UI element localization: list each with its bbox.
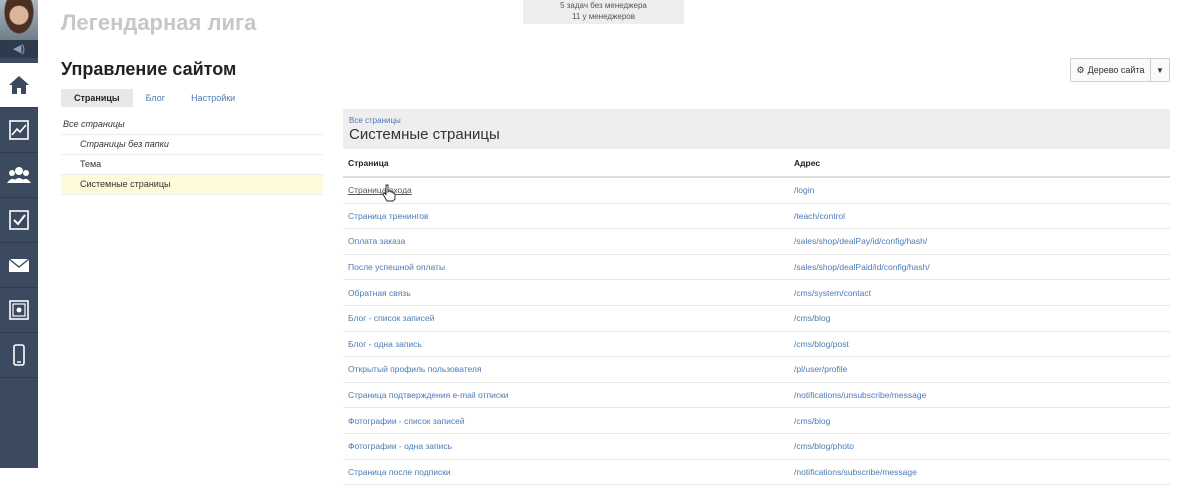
tab-pages[interactable]: Страницы [61,89,133,107]
tree-item-theme[interactable]: Тема [61,155,323,175]
address-link[interactable]: /sales/shop/dealPaid/id/config/hash/ [789,254,1170,281]
page-link[interactable]: Страница подтверждения e-mail отписки [343,382,789,409]
tasks-nav-button[interactable] [0,198,38,243]
site-tree-button-group: ⚙ Дерево сайта ▼ [1070,58,1170,82]
column-header-address: Адрес [789,149,1170,178]
table-header-row: Страница Адрес [343,149,1170,178]
address-link[interactable]: /notifications/unsubscribe/message [789,382,1170,409]
mobile-nav-button[interactable] [0,333,38,378]
tree-item-no-folder[interactable]: Страницы без папки [61,135,323,155]
chart-icon [9,120,29,140]
page-link[interactable]: Фотографии - одна запись [343,433,789,460]
tasks-without-manager: 5 задач без менеджера [560,1,647,10]
site-tree-button[interactable]: ⚙ Дерево сайта [1071,59,1151,81]
home-icon [9,76,29,94]
pages-table: Страница Адрес Страница входа/login Стра… [343,149,1170,485]
address-link[interactable]: /teach/control [789,203,1170,230]
tree-item-system-pages[interactable]: Системные страницы [61,175,323,195]
page-link[interactable]: Открытый профиль пользователя [343,356,789,383]
table-row: Открытый профиль пользователя/pl/user/pr… [343,356,1170,383]
address-link[interactable]: /cms/blog [789,407,1170,434]
chevron-down-icon[interactable]: ▼ [1151,59,1169,81]
school-name: Легендарная лига [61,10,257,35]
left-sidebar: ◀) [0,0,38,468]
mail-icon [8,258,30,272]
hand-cursor-icon [382,184,396,202]
page-link[interactable]: Страница тренингов [343,203,789,230]
home-nav-button[interactable] [0,63,38,108]
page-link[interactable]: Оплата заказа [343,228,789,255]
users-icon [7,167,31,183]
table-row: Страница после подписки/notifications/su… [343,459,1170,485]
tree-item-all-pages[interactable]: Все страницы [61,115,323,135]
table-row: Блог - одна запись/cms/blog/post [343,331,1170,358]
avatar[interactable] [0,0,38,40]
folder-tree: Все страницы Страницы без папки Тема Сис… [61,115,323,195]
table-row: Блог - список записей/cms/blog [343,305,1170,332]
page-link[interactable]: Блог - одна запись [343,331,789,358]
site-tree-label: Дерево сайта [1087,65,1145,75]
page-link[interactable]: Страница входа [343,177,789,204]
address-link[interactable]: /notifications/subscribe/message [789,459,1170,485]
pages-panel: Все страницы Системные страницы Страница… [343,109,1170,485]
address-link[interactable]: /cms/blog/post [789,331,1170,358]
page-link[interactable]: Фотографии - список записей [343,407,789,434]
page-link[interactable]: Обратная связь [343,279,789,306]
checkbox-icon [9,210,29,230]
panel-header: Все страницы Системные страницы [343,109,1170,149]
speaker-icon[interactable]: ◀) [0,40,38,58]
tab-settings[interactable]: Настройки [178,89,248,107]
tab-blog[interactable]: Блог [133,89,178,107]
mail-nav-button[interactable] [0,243,38,288]
address-link[interactable]: /cms/blog/photo [789,433,1170,460]
table-row: Страница входа/login [343,177,1170,204]
gear-icon: ⚙ [1076,64,1085,75]
address-link[interactable]: /cms/system/contact [789,279,1170,306]
page-link[interactable]: Страница после подписки [343,459,789,485]
page-link[interactable]: После успешной оплаты [343,254,789,281]
address-link[interactable]: /login [789,177,1170,204]
tabs: Страницы Блог Настройки [61,89,248,107]
sales-nav-button[interactable] [0,288,38,333]
tasks-with-managers: 11 у менеджеров [571,12,635,21]
panel-title: Системные страницы [349,126,500,143]
analytics-nav-button[interactable] [0,108,38,153]
table-row: Фотографии - одна запись/cms/blog/photo [343,433,1170,460]
table-row: После успешной оплаты/sales/shop/dealPai… [343,254,1170,281]
breadcrumb[interactable]: Все страницы [349,116,1164,125]
page-title: Управление сайтом [61,59,237,79]
column-header-page: Страница [343,149,789,178]
address-link[interactable]: /pl/user/profile [789,356,1170,383]
table-row: Страница тренингов/teach/control [343,203,1170,230]
table-row: Оплата заказа/sales/shop/dealPay/id/conf… [343,228,1170,255]
page-link-text[interactable]: Страница входа [348,185,412,195]
table-row: Страница подтверждения e-mail отписки/no… [343,382,1170,409]
table-row: Фотографии - список записей/cms/blog [343,407,1170,434]
table-row: Обратная связь/cms/system/contact [343,279,1170,306]
safe-icon [9,300,29,320]
address-link[interactable]: /cms/blog [789,305,1170,332]
tasks-summary[interactable]: 5 задач без менеджера 11 у менеджеров [523,0,684,24]
page-link[interactable]: Блог - список записей [343,305,789,332]
address-link[interactable]: /sales/shop/dealPay/id/config/hash/ [789,228,1170,255]
users-nav-button[interactable] [0,153,38,198]
phone-icon [13,344,25,366]
